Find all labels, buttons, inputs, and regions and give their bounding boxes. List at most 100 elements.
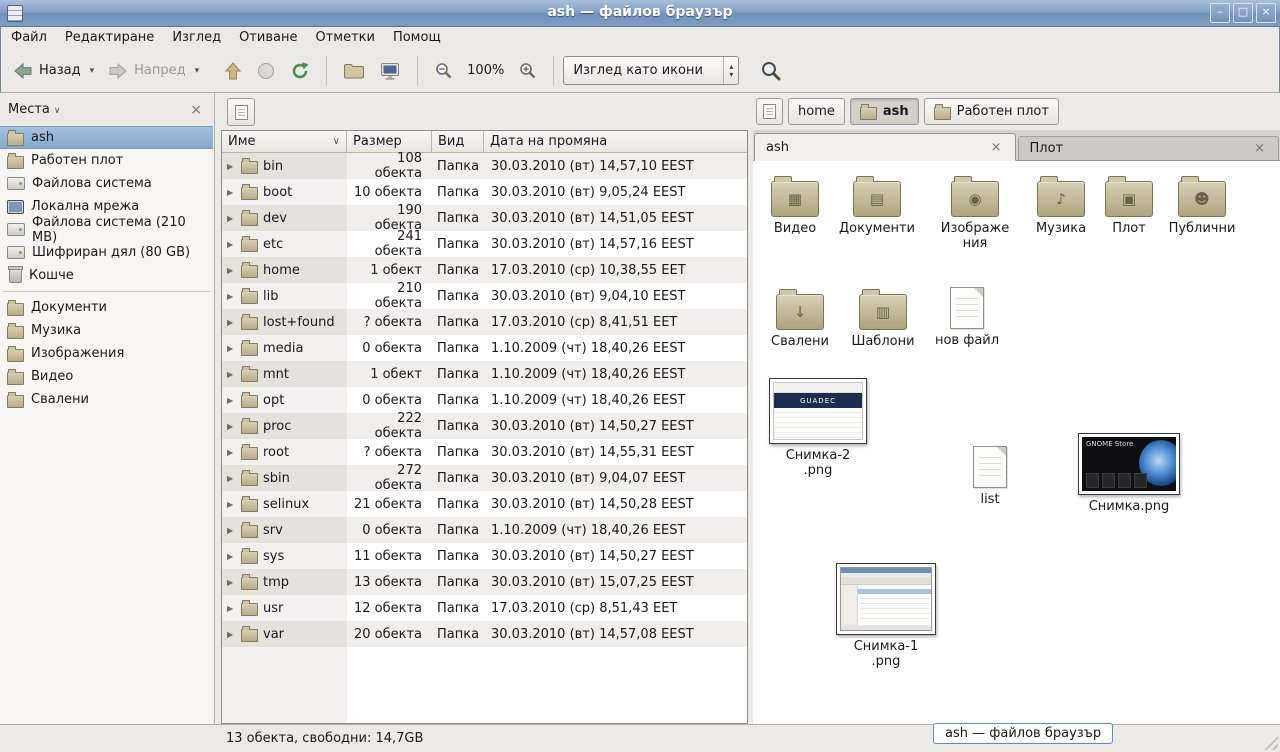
table-row[interactable]: ▶sbin272 обектаПапка30.03.2010 (вт) 9,04… xyxy=(222,465,747,491)
stop-button[interactable] xyxy=(249,56,283,86)
table-row[interactable]: ▶media0 обектаПапка1.10.2009 (чт) 18,40,… xyxy=(222,335,747,361)
spinner-arrows-icon[interactable]: ▴▾ xyxy=(723,57,738,84)
tab-close-icon[interactable]: × xyxy=(989,140,1004,155)
expander-icon[interactable]: ▶ xyxy=(227,474,236,483)
sidebar-item-documents[interactable]: Документи xyxy=(0,296,213,319)
sidebar-item-music[interactable]: Музика xyxy=(0,319,213,342)
icon-view[interactable]: ▦ Видео ▤ Документи ◉ Изображения ♪ Музи… xyxy=(753,160,1280,724)
tab-plot[interactable]: Плот× xyxy=(1018,136,1280,160)
sidebar-item-filesystem[interactable]: Файлова система xyxy=(0,172,213,195)
expander-icon[interactable]: ▶ xyxy=(227,448,236,457)
menu-bookmarks[interactable]: Отметки xyxy=(306,27,383,48)
sidebar-item-pictures[interactable]: Изображения xyxy=(0,342,213,365)
close-button[interactable]: × xyxy=(1256,3,1276,23)
expander-icon[interactable]: ▶ xyxy=(227,422,236,431)
table-row[interactable]: ▶sys11 обектаПапка30.03.2010 (вт) 14,50,… xyxy=(222,543,747,569)
icon-item-pictures[interactable]: ◉ Изображения xyxy=(933,175,1017,251)
icon-item-list-file[interactable]: list xyxy=(948,446,1032,507)
icon-item-snimka1[interactable]: Снимка-1.png xyxy=(834,563,938,669)
expander-icon[interactable]: ▶ xyxy=(227,162,236,171)
expander-icon[interactable]: ▶ xyxy=(227,318,236,327)
menu-edit[interactable]: Редактиране xyxy=(56,27,163,48)
expander-icon[interactable]: ▶ xyxy=(227,630,236,639)
table-row[interactable]: ▶bin108 обектаПапка30.03.2010 (вт) 14,57… xyxy=(222,153,747,179)
computer-button[interactable] xyxy=(372,56,408,86)
menu-file[interactable]: Файл xyxy=(2,27,56,48)
view-mode-select[interactable]: Изглед като икони ▴▾ xyxy=(563,56,739,85)
expander-icon[interactable]: ▶ xyxy=(227,344,236,353)
tab-ash[interactable]: ash× xyxy=(754,133,1016,161)
sidebar-item-ash[interactable]: ash xyxy=(0,126,213,149)
table-row[interactable]: ▶selinux21 обектаПапка30.03.2010 (вт) 14… xyxy=(222,491,747,517)
table-row[interactable]: ▶lib210 обектаПапка30.03.2010 (вт) 9,04,… xyxy=(222,283,747,309)
expander-icon[interactable]: ▶ xyxy=(227,370,236,379)
forward-dropdown[interactable]: ▾ xyxy=(193,61,202,81)
table-row[interactable]: ▶proc222 обектаПапка30.03.2010 (вт) 14,5… xyxy=(222,413,747,439)
resize-grip[interactable] xyxy=(1264,736,1278,750)
icon-item-public[interactable]: ☻ Публични xyxy=(1160,175,1244,236)
column-header-name[interactable]: Име∨ xyxy=(222,131,347,153)
expander-icon[interactable]: ▶ xyxy=(227,396,236,405)
zoom-out-button[interactable] xyxy=(427,56,460,85)
table-row[interactable]: ▶dev190 обектаПапка30.03.2010 (вт) 14,51… xyxy=(222,205,747,231)
table-row[interactable]: ▶usr12 обектаПапка17.03.2010 (ср) 8,51,4… xyxy=(222,595,747,621)
table-row[interactable]: ▶root? обектаПапка30.03.2010 (вт) 14,55,… xyxy=(222,439,747,465)
titlebar[interactable]: ash — файлов браузър – □ × xyxy=(0,0,1280,27)
sidebar-item-downloads[interactable]: Свалени xyxy=(0,388,213,411)
search-button[interactable] xyxy=(753,55,789,87)
icon-item-snimka[interactable]: GNOME Store Снимка.png xyxy=(1077,433,1181,514)
column-header-size[interactable]: Размер xyxy=(347,131,432,153)
sidebar-dropdown-icon[interactable]: ∨ xyxy=(54,106,61,116)
forward-button[interactable]: Напред xyxy=(101,57,192,85)
expander-icon[interactable]: ▶ xyxy=(227,240,236,249)
reload-button[interactable] xyxy=(283,56,317,86)
sidebar-item-encrypted-80gb[interactable]: Шифриран дял (80 GB) xyxy=(0,241,213,264)
table-row[interactable]: ▶lost+found? обектаПапка17.03.2010 (ср) … xyxy=(222,309,747,335)
home-button[interactable] xyxy=(336,57,372,85)
expander-icon[interactable]: ▶ xyxy=(227,266,236,275)
table-row[interactable]: ▶etc241 обектаПапка30.03.2010 (вт) 14,57… xyxy=(222,231,747,257)
table-row[interactable]: ▶home1 обектПапка17.03.2010 (ср) 10,38,5… xyxy=(222,257,747,283)
icon-item-templates[interactable]: ▥ Шаблони xyxy=(841,288,925,349)
location-toggle-button[interactable] xyxy=(227,98,255,126)
table-row[interactable]: ▶opt0 обектаПапка1.10.2009 (чт) 18,40,26… xyxy=(222,387,747,413)
sidebar-close-icon[interactable]: × xyxy=(186,102,206,118)
tab-close-icon[interactable]: × xyxy=(1252,141,1267,156)
path-desktop-button[interactable]: Работен плот xyxy=(924,98,1059,125)
minimize-button[interactable]: – xyxy=(1210,3,1230,23)
table-row[interactable]: ▶boot10 обектаПапка30.03.2010 (вт) 9,05,… xyxy=(222,179,747,205)
up-button[interactable] xyxy=(217,56,249,86)
expander-icon[interactable]: ▶ xyxy=(227,214,236,223)
back-dropdown[interactable]: ▾ xyxy=(88,61,97,81)
column-header-date[interactable]: Дата на промяна xyxy=(484,131,747,153)
maximize-button[interactable]: □ xyxy=(1233,3,1253,23)
icon-item-desktop[interactable]: ▣ Плот xyxy=(1087,175,1171,236)
table-row[interactable]: ▶srv0 обектаПапка1.10.2009 (чт) 18,40,26… xyxy=(222,517,747,543)
icon-item-videos[interactable]: ▦ Видео xyxy=(753,175,837,236)
table-row[interactable]: ▶tmp13 обектаПапка30.03.2010 (вт) 15,07,… xyxy=(222,569,747,595)
zoom-in-button[interactable] xyxy=(511,56,544,85)
icon-item-new-file[interactable]: нов файл xyxy=(925,287,1009,348)
sidebar-item-desktop[interactable]: Работен плот xyxy=(0,149,213,172)
expander-icon[interactable]: ▶ xyxy=(227,604,236,613)
icon-item-snimka2[interactable]: GUADEC Снимка-2.png xyxy=(766,378,870,478)
path-ash-button[interactable]: ash xyxy=(850,98,919,125)
table-row[interactable]: ▶var20 обектаПапка30.03.2010 (вт) 14,57,… xyxy=(222,621,747,647)
expander-icon[interactable]: ▶ xyxy=(227,552,236,561)
back-button[interactable]: Назад xyxy=(6,57,88,85)
expander-icon[interactable]: ▶ xyxy=(227,500,236,509)
expander-icon[interactable]: ▶ xyxy=(227,578,236,587)
expander-icon[interactable]: ▶ xyxy=(227,292,236,301)
menu-help[interactable]: Помощ xyxy=(384,27,450,48)
path-home-button[interactable]: home xyxy=(788,98,845,125)
sidebar-item-trash[interactable]: Кошче xyxy=(0,264,213,287)
sidebar-title[interactable]: Места xyxy=(8,102,50,117)
column-header-type[interactable]: Вид xyxy=(432,131,484,153)
location-toggle-button[interactable] xyxy=(756,98,783,125)
sidebar-item-volume-210mb[interactable]: Файлова система (210 MB) xyxy=(0,218,213,241)
menu-view[interactable]: Изглед xyxy=(163,27,230,48)
sidebar-item-videos[interactable]: Видео xyxy=(0,365,213,388)
icon-item-downloads[interactable]: ↓ Свалени xyxy=(758,288,842,349)
expander-icon[interactable]: ▶ xyxy=(227,526,236,535)
menu-go[interactable]: Отиване xyxy=(230,27,306,48)
